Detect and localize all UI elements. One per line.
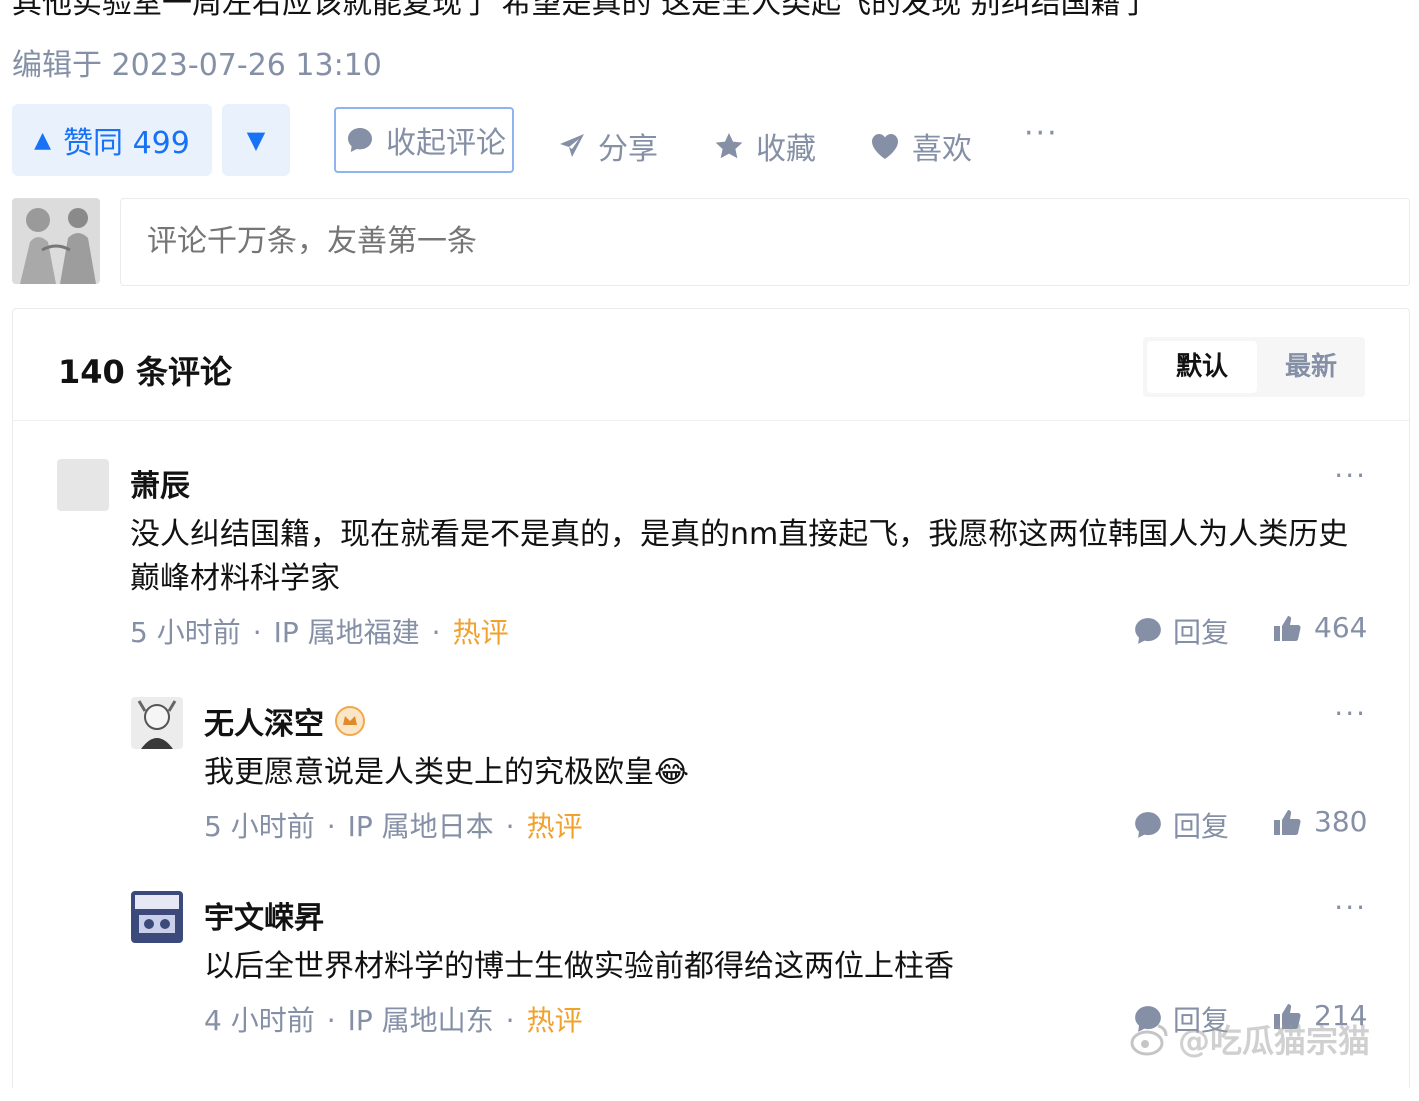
avatar[interactable] (131, 891, 183, 943)
comment-meta: 5 小时前 · IP 属地福建 · 热评 (130, 611, 509, 651)
comment-item: 萧辰 ··· 没人纠结国籍，现在就看是不是真的，是真的nm直接起飞，我愿称这两位… (57, 459, 1367, 649)
reply-button[interactable]: 回复 (1133, 805, 1229, 845)
upvote-button[interactable]: ▲ 赞同 499 (12, 104, 212, 176)
separator-dot: · (252, 616, 262, 649)
more-actions-button[interactable]: ··· (1024, 116, 1059, 151)
comment-bubble-icon (346, 126, 374, 154)
comment-more-button[interactable]: ··· (1334, 891, 1367, 924)
avatar[interactable] (131, 697, 183, 749)
comment-input[interactable] (120, 198, 1410, 286)
avatar[interactable] (57, 459, 109, 511)
weibo-watermark: @吃瓜猫宗猫 (1130, 1016, 1370, 1062)
triangle-down-icon: ▼ (246, 126, 266, 154)
sort-default-button[interactable]: 默认 (1147, 341, 1257, 393)
comment-author-name: 无人深空 (204, 707, 324, 742)
comment-text: 没人纠结国籍，现在就看是不是真的，是真的nm直接起飞，我愿称这两位韩国人为人类历… (130, 517, 1349, 596)
collapse-comments-button[interactable]: 收起评论 (334, 107, 514, 173)
comment-text: 我更愿意说是人类史上的究极欧皇😂 (204, 755, 690, 790)
answer-text-tail: 其他实验室一周左右应该就能复现了 希望是真的 这是全人类起飞的发现 别纠结国籍了 (12, 0, 1151, 21)
separator-dot: · (326, 1004, 336, 1037)
comment-author[interactable]: 萧辰 (130, 461, 190, 505)
triangle-up-icon: ▲ (34, 127, 52, 153)
reply-label: 回复 (1173, 810, 1230, 843)
share-label: 分享 (598, 132, 658, 167)
upvote-label: 赞同 499 (63, 126, 190, 161)
heart-icon (870, 132, 900, 160)
separator-dot: · (505, 810, 515, 843)
comment-author[interactable]: 宇文嵘昇 (204, 893, 324, 937)
star-icon (714, 131, 744, 161)
edited-time: 编辑于 2023-07-26 13:10 (12, 48, 382, 83)
hot-comment-tag: 热评 (526, 1004, 583, 1037)
comment-more-button[interactable]: ··· (1334, 459, 1367, 492)
sort-latest-button[interactable]: 最新 (1261, 341, 1361, 393)
thumbs-up-icon (1272, 614, 1302, 642)
comment-text: 以后全世界材料学的博士生做实验前都得给这两位上柱香 (204, 949, 954, 984)
collapse-comments-label: 收起评论 (386, 126, 506, 161)
hot-comment-tag: 热评 (526, 810, 583, 843)
like-button[interactable]: 喜欢 (870, 124, 972, 168)
comment-ip: IP 属地福建 (273, 616, 420, 649)
like-label: 喜欢 (912, 132, 972, 167)
comment-ip: IP 属地日本 (347, 810, 494, 843)
thumbs-up-icon (1272, 808, 1302, 836)
comments-header: 140 条评论 默认 最新 (13, 309, 1409, 421)
comment-count: 140 条评论 (58, 353, 232, 391)
comment-time: 5 小时前 (204, 810, 315, 843)
sort-toggle: 默认 最新 (1143, 337, 1365, 397)
comment-ip: IP 属地山东 (347, 1004, 494, 1037)
share-button[interactable]: 分享 (558, 124, 658, 168)
comment-like-button[interactable]: 464 (1272, 611, 1367, 644)
user-avatar (12, 198, 100, 284)
weibo-logo-icon (1130, 1022, 1170, 1056)
favorite-label: 收藏 (756, 132, 816, 167)
like-count: 464 (1314, 611, 1368, 644)
like-count: 380 (1314, 805, 1368, 838)
reply-button[interactable]: 回复 (1133, 611, 1229, 651)
comment-author[interactable]: 无人深空 (204, 699, 366, 743)
comment-time: 4 小时前 (204, 1004, 315, 1037)
answer-action-bar: ▲ 赞同 499 ▼ 收起评论 分享 收藏 喜欢 ··· (12, 104, 1112, 176)
comment-meta: 5 小时前 · IP 属地日本 · 热评 (204, 805, 583, 845)
reply-label: 回复 (1173, 616, 1230, 649)
separator-dot: · (505, 1004, 515, 1037)
comment-bubble-icon (1133, 616, 1163, 646)
comment-more-button[interactable]: ··· (1334, 697, 1367, 730)
comment-bubble-icon (1133, 810, 1163, 840)
favorite-button[interactable]: 收藏 (714, 124, 816, 168)
separator-dot: · (431, 616, 441, 649)
separator-dot: · (326, 810, 336, 843)
comments-panel: 140 条评论 默认 最新 萧辰 ··· 没人纠结国籍，现在就看是不是真的，是真… (12, 308, 1410, 1088)
comment-item: 无人深空 ··· 我更愿意说是人类史上的究极欧皇😂 5 小时前 · IP 属地日本 ·… (131, 697, 1367, 847)
watermark-text: @吃瓜猫宗猫 (1178, 1022, 1371, 1060)
comment-meta: 4 小时前 · IP 属地山东 · 热评 (204, 999, 583, 1039)
paper-plane-icon (558, 132, 586, 160)
comment-time: 5 小时前 (130, 616, 241, 649)
crown-badge-icon (334, 705, 366, 737)
hot-comment-tag: 热评 (452, 616, 509, 649)
comment-like-button[interactable]: 380 (1272, 805, 1367, 838)
downvote-button[interactable]: ▼ (222, 104, 290, 176)
